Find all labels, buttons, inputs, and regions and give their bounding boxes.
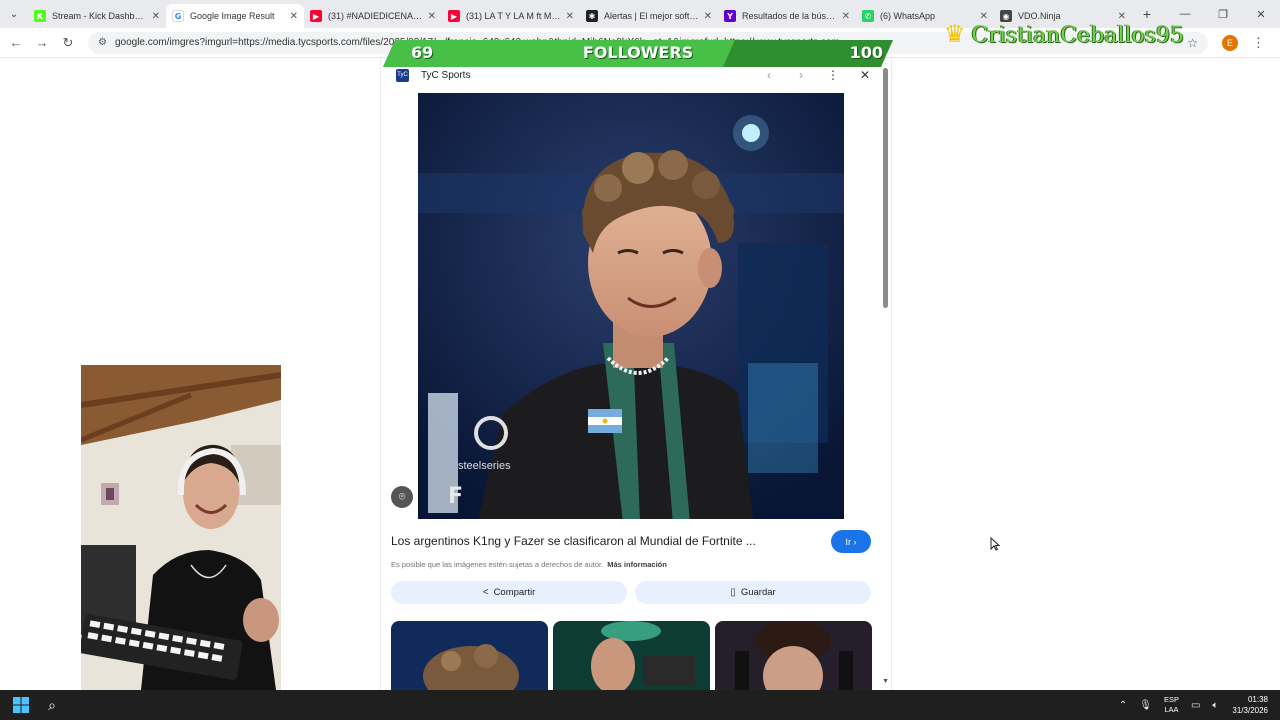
windows-taskbar: ⌕ ⌃ 🎙︎ ESP LAA ▭ 🔈︎ 01:38 31/3/2026 bbox=[0, 690, 1280, 720]
tab-search-button[interactable]: ⌄ bbox=[0, 0, 28, 28]
save-label: Guardar bbox=[740, 587, 776, 598]
youtube-icon: ▶ bbox=[448, 10, 460, 22]
windows-logo-icon bbox=[13, 697, 29, 713]
save-button[interactable]: ▯ Guardar bbox=[635, 581, 871, 604]
viewer-header: TyC TyC Sports ‹ › ⋮ ✕ bbox=[381, 66, 881, 84]
bookmark-star-icon[interactable]: ☆ bbox=[1187, 36, 1198, 50]
streamer-name-overlay: ♛ CristianCeballos95 bbox=[944, 18, 1184, 52]
close-tab-icon[interactable]: ✕ bbox=[428, 11, 436, 22]
kick-icon: K bbox=[34, 10, 46, 22]
share-label: Compartir bbox=[493, 587, 536, 598]
taskbar-search-icon[interactable]: ⌕ bbox=[42, 690, 62, 720]
image-viewer-panel: TyC TyC Sports ‹ › ⋮ ✕ steelseries F ⌾ L… bbox=[380, 58, 892, 690]
image-caption[interactable]: Los argentinos K1ng y Fazer se clasifica… bbox=[391, 534, 771, 548]
browser-tab[interactable]: G Google Image Result ✕ bbox=[166, 4, 304, 28]
webcam-image bbox=[81, 365, 281, 690]
goal-label: FOLLOWERS bbox=[582, 43, 694, 62]
browser-tab[interactable]: ▶ (31) LA T Y LA M ft MALA ✕ bbox=[442, 4, 580, 28]
tab-title: (31) LA T Y LA M ft MALA bbox=[466, 11, 562, 21]
close-tab-icon[interactable]: ✕ bbox=[704, 11, 712, 22]
browser-tab[interactable]: K Stream - Kick Dashboard ✕ bbox=[28, 4, 166, 28]
screen: ⌄ K Stream - Kick Dashboard ✕ G Google Image… bbox=[0, 0, 1280, 720]
main-image[interactable]: steelseries F bbox=[418, 93, 844, 519]
language-indicator[interactable]: ESP LAA bbox=[1164, 695, 1179, 715]
tab-title: (31) #NADIEDICENADA Fl bbox=[328, 11, 424, 21]
clock-date: 31/3/2026 bbox=[1232, 706, 1268, 715]
browser-tab[interactable]: ▶ (31) #NADIEDICENADA Fl ✕ bbox=[304, 4, 442, 28]
crown-icon: ♛ bbox=[944, 21, 966, 48]
volume-icon[interactable]: 🔈︎ bbox=[1212, 700, 1218, 711]
related-image-1[interactable] bbox=[391, 621, 548, 690]
tray-overflow-icon[interactable]: ⌃ bbox=[1119, 700, 1127, 711]
maximize-button[interactable]: ❐ bbox=[1204, 0, 1242, 28]
reload-button[interactable]: ↻ bbox=[56, 31, 80, 55]
followers-goal-bar: FOLLOWERS 69 100 bbox=[383, 40, 893, 67]
taskbar-clock[interactable]: 01:38 31/3/2026 bbox=[1232, 694, 1268, 716]
more-options-icon[interactable]: ⋮ bbox=[817, 68, 849, 82]
tab-title: Resultados de la búsqued bbox=[742, 11, 838, 21]
keyboard-layout: LAA bbox=[1164, 705, 1179, 714]
forward-button[interactable]: → bbox=[30, 31, 54, 55]
related-image-2[interactable] bbox=[553, 621, 710, 690]
share-icon: < bbox=[482, 587, 489, 598]
copyright-text: Es posible que las imágenes estén sujeta… bbox=[391, 560, 604, 569]
svg-text:steelseries: steelseries bbox=[458, 460, 511, 472]
player-photo: steelseries F bbox=[418, 93, 844, 519]
system-tray: ⌃ 🎙︎ ESP LAA ▭ 🔈︎ 01:38 31/3/2026 bbox=[1113, 690, 1280, 720]
close-tab-icon[interactable]: ✕ bbox=[152, 11, 160, 22]
lens-search-icon[interactable]: ⌾ bbox=[391, 486, 413, 508]
streamer-name: CristianCeballos95 bbox=[971, 22, 1185, 48]
related-thumbnail bbox=[553, 621, 710, 690]
browser-tab[interactable]: Y Resultados de la búsqued ✕ bbox=[718, 4, 856, 28]
microphone-icon[interactable]: 🎙︎ bbox=[1139, 700, 1152, 711]
close-tab-icon[interactable]: ✕ bbox=[566, 11, 574, 22]
close-viewer-icon[interactable]: ✕ bbox=[849, 68, 881, 82]
mouse-cursor-icon bbox=[990, 536, 1001, 556]
back-button[interactable]: ← bbox=[4, 31, 28, 55]
start-button[interactable] bbox=[0, 690, 42, 720]
related-image-3[interactable] bbox=[715, 621, 872, 690]
visit-button[interactable]: Ir › bbox=[831, 530, 871, 553]
yahoo-icon: Y bbox=[724, 10, 736, 22]
copyright-notice: Es posible que las imágenes estén sujeta… bbox=[391, 560, 667, 569]
scrollbar-thumb[interactable] bbox=[883, 68, 888, 308]
tab-title: Stream - Kick Dashboard bbox=[52, 11, 148, 21]
source-name[interactable]: TyC Sports bbox=[421, 70, 753, 81]
alerts-icon: ✱ bbox=[586, 10, 598, 22]
profile-avatar[interactable]: E bbox=[1222, 34, 1238, 51]
source-favicon: TyC bbox=[396, 68, 409, 82]
related-thumbnail bbox=[391, 621, 548, 690]
google-icon: G bbox=[172, 10, 184, 22]
site-info-icon[interactable]: ⚙ bbox=[98, 37, 107, 48]
close-window-button[interactable]: ✕ bbox=[1242, 0, 1280, 28]
close-tab-icon[interactable]: ✕ bbox=[842, 11, 850, 22]
goal-target: 100 bbox=[849, 43, 883, 62]
svg-text:F: F bbox=[448, 484, 463, 509]
goal-current: 69 bbox=[411, 43, 434, 62]
youtube-icon: ▶ bbox=[310, 10, 322, 22]
share-button[interactable]: < Compartir bbox=[391, 581, 627, 604]
clock-time: 01:38 bbox=[1247, 695, 1268, 704]
whatsapp-icon: ✆ bbox=[862, 10, 874, 22]
next-image-icon[interactable]: › bbox=[785, 68, 817, 82]
tab-title: Google Image Result bbox=[190, 11, 275, 21]
more-info-link[interactable]: Más información bbox=[607, 560, 667, 569]
related-thumbnail bbox=[715, 621, 872, 690]
previous-image-icon[interactable]: ‹ bbox=[753, 68, 785, 82]
tab-title: Alertas | El mejor software bbox=[604, 11, 700, 21]
scroll-down-arrow[interactable]: ▼ bbox=[882, 678, 889, 685]
bookmark-icon: ▯ bbox=[730, 587, 736, 598]
browser-tab[interactable]: ✱ Alertas | El mejor software ✕ bbox=[580, 4, 718, 28]
network-icon[interactable]: ▭ bbox=[1191, 700, 1200, 711]
language-code: ESP bbox=[1163, 695, 1179, 704]
webcam-feed bbox=[81, 365, 281, 690]
close-tab-icon[interactable]: ✕ bbox=[290, 11, 298, 22]
browser-menu-icon[interactable]: ⋮ bbox=[1252, 35, 1265, 51]
